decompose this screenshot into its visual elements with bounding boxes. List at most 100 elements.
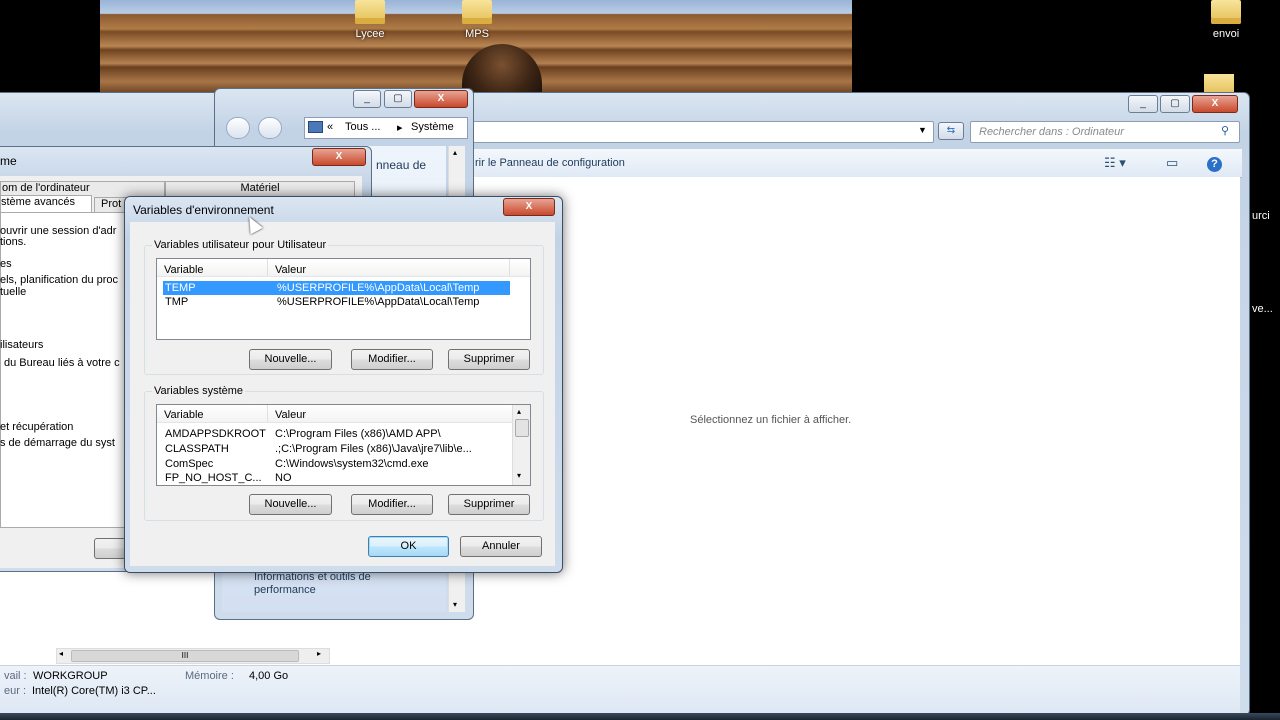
help-icon[interactable]: ? xyxy=(1207,157,1222,172)
performance-info-link[interactable]: Informations et outils de performance xyxy=(254,571,424,597)
preview-pane-icon[interactable]: ▭ xyxy=(1166,155,1178,171)
cancel-button[interactable]: Annuler xyxy=(460,536,542,557)
system-address-bar[interactable]: « Tous ... ▸ Système xyxy=(304,117,468,139)
back-button[interactable] xyxy=(226,117,250,139)
desktop-partial-label: ve... xyxy=(1252,303,1273,315)
address-dropdown-icon[interactable]: ▼ xyxy=(918,125,927,135)
user-new-button[interactable]: Nouvelle... xyxy=(249,349,332,370)
desktop-partial-label: urci xyxy=(1252,210,1270,222)
system-variables-list[interactable]: Variable Valeur AMDAPPSDKROOT C:\Program… xyxy=(156,404,531,486)
scroll-down-icon[interactable]: ▾ xyxy=(453,600,457,609)
column-header-variable[interactable]: Variable xyxy=(164,264,204,276)
system-minimize-button[interactable]: _ xyxy=(353,90,381,108)
user-variables-list[interactable]: Variable Valeur TEMP %USERPROFILE%\AppDa… xyxy=(156,258,531,340)
table-row[interactable]: FP_NO_HOST_C... NO xyxy=(163,471,508,485)
sysprops-close-button[interactable]: X xyxy=(312,148,366,166)
desktop-icon-label: MPS xyxy=(465,28,489,40)
processor-value: Intel(R) Core(TM) i3 CP... xyxy=(32,685,156,697)
explorer-maximize-button[interactable]: ▢ xyxy=(1160,95,1190,113)
desktop-icon-label: Lycee xyxy=(355,28,385,40)
scroll-up-icon[interactable]: ▴ xyxy=(453,148,457,157)
sysprops-text: s de démarrage du syst xyxy=(0,437,115,449)
workgroup-label: vail : xyxy=(4,670,27,682)
variable-name: FP_NO_HOST_C... xyxy=(165,472,262,484)
column-header-value[interactable]: Valeur xyxy=(275,409,306,421)
breadcrumb-system[interactable]: Système xyxy=(411,121,454,133)
workgroup-value: WORKGROUP xyxy=(33,670,108,682)
user-delete-button[interactable]: Supprimer xyxy=(448,349,530,370)
sysprops-text: et récupération xyxy=(0,421,74,433)
tab-advanced[interactable]: stème avancés xyxy=(0,195,92,213)
tab-hardware[interactable]: Matériel xyxy=(165,181,355,197)
scroll-thumb[interactable] xyxy=(515,419,529,437)
scroll-thumb[interactable]: III xyxy=(71,650,299,662)
list-header: Variable Valeur xyxy=(157,405,512,423)
system-close-button[interactable]: X xyxy=(414,90,468,108)
explorer-minimize-button[interactable]: _ xyxy=(1128,95,1158,113)
table-row[interactable]: TMP %USERPROFILE%\AppData\Local\Temp xyxy=(163,295,510,309)
scroll-up-icon[interactable]: ▴ xyxy=(517,407,521,416)
taskbar xyxy=(0,713,1280,720)
list-header: Variable Valeur xyxy=(157,259,530,277)
folder-icon xyxy=(1211,0,1241,24)
explorer-close-button[interactable]: X xyxy=(1192,95,1238,113)
scroll-left-icon[interactable]: ◂ xyxy=(59,649,63,658)
computer-icon xyxy=(308,121,323,133)
system-new-button[interactable]: Nouvelle... xyxy=(249,494,332,515)
system-delete-button[interactable]: Supprimer xyxy=(448,494,530,515)
env-dialog-close-button[interactable]: X xyxy=(503,198,555,216)
desktop-icon-mps[interactable]: MPS xyxy=(445,0,509,40)
column-divider xyxy=(267,405,268,422)
sysprops-text: tions. xyxy=(0,236,27,248)
scroll-grip: III xyxy=(181,651,189,660)
nav-pane-hscrollbar[interactable]: ◂ III ▸ xyxy=(56,648,330,664)
explorer-address-bar[interactable] xyxy=(470,121,934,143)
variable-value: NO xyxy=(275,472,292,484)
sysprops-text: du Bureau liés à votre c xyxy=(4,357,120,369)
memory-label: Mémoire : xyxy=(185,670,234,682)
explorer-search-input[interactable]: Rechercher dans : Ordinateur ⚲ xyxy=(970,121,1240,143)
variable-name: TMP xyxy=(165,296,189,308)
breadcrumb-arrow-icon[interactable]: ▸ xyxy=(397,121,403,134)
scroll-down-icon[interactable]: ▾ xyxy=(517,471,521,480)
user-variables-label: Variables utilisateur pour Utilisateur xyxy=(152,239,329,251)
preview-message: Sélectionnez un fichier à afficher. xyxy=(690,414,852,426)
system-content-snippet: nneau de xyxy=(376,158,427,172)
sysprops-text: ilisateurs xyxy=(0,339,44,351)
table-row[interactable]: TEMP %USERPROFILE%\AppData\Local\Temp xyxy=(163,281,510,295)
variable-value: C:\Windows\system32\cmd.exe xyxy=(275,458,429,470)
column-header-variable[interactable]: Variable xyxy=(164,409,204,421)
system-list-scrollbar[interactable]: ▴ ▾ xyxy=(512,405,530,485)
variable-value: C:\Program Files (x86)\AMD APP\ xyxy=(275,428,441,440)
variable-name: AMDAPPSDKROOT xyxy=(165,428,266,440)
table-row[interactable]: ComSpec C:\Windows\system32\cmd.exe xyxy=(163,457,508,471)
refresh-icon[interactable]: ⇆ xyxy=(938,122,964,140)
view-options-icon[interactable]: ☷ ▾ xyxy=(1104,155,1126,171)
desktop-icon-envoi[interactable]: envoi xyxy=(1194,0,1258,40)
user-edit-button[interactable]: Modifier... xyxy=(351,349,433,370)
column-divider xyxy=(267,259,268,276)
forward-button[interactable] xyxy=(258,117,282,139)
search-icon[interactable]: ⚲ xyxy=(1221,124,1229,137)
search-placeholder: Rechercher dans : Ordinateur xyxy=(979,126,1124,138)
column-header-value[interactable]: Valeur xyxy=(275,264,306,276)
sysprops-title: me xyxy=(0,154,17,168)
table-row[interactable]: CLASSPATH .;C:\Program Files (x86)\Java\… xyxy=(163,442,508,456)
sysprops-text: es xyxy=(0,258,12,270)
sysprops-button-partial[interactable] xyxy=(94,538,126,559)
folder-icon xyxy=(355,0,385,24)
system-variables-label: Variables système xyxy=(152,385,246,397)
variable-name: TEMP xyxy=(165,282,196,294)
scroll-right-icon[interactable]: ▸ xyxy=(317,649,321,658)
explorer-command-link[interactable]: rir le Panneau de configuration xyxy=(475,157,625,169)
system-maximize-button[interactable]: ▢ xyxy=(384,90,412,108)
variable-value: .;C:\Program Files (x86)\Java\jre7\lib\e… xyxy=(275,443,472,455)
breadcrumb-all[interactable]: Tous ... xyxy=(345,121,380,133)
desktop-icon-label: envoi xyxy=(1212,28,1240,40)
address-separator: « xyxy=(327,121,334,133)
system-edit-button[interactable]: Modifier... xyxy=(351,494,433,515)
sysprops-text: tuelle xyxy=(0,286,27,298)
table-row[interactable]: AMDAPPSDKROOT C:\Program Files (x86)\AMD… xyxy=(163,427,508,441)
ok-button[interactable]: OK xyxy=(368,536,449,557)
desktop-icon-lycee[interactable]: Lycee xyxy=(338,0,402,40)
